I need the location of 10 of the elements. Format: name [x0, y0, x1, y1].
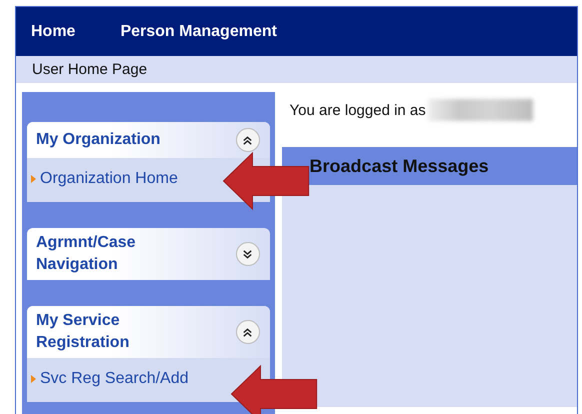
- page-title: User Home Page: [32, 61, 148, 78]
- bullet-icon: [31, 375, 36, 383]
- panel-title: Broadcast Messages: [282, 147, 577, 185]
- collapse-icon[interactable]: [236, 128, 260, 152]
- bullet-icon: [31, 175, 36, 183]
- expand-icon[interactable]: [236, 242, 260, 266]
- login-text: You are logged in as: [290, 102, 426, 118]
- nav-link[interactable]: Home: [31, 22, 76, 40]
- nav-link[interactable]: Person Management: [120, 22, 277, 40]
- collapse-icon[interactable]: [236, 320, 260, 344]
